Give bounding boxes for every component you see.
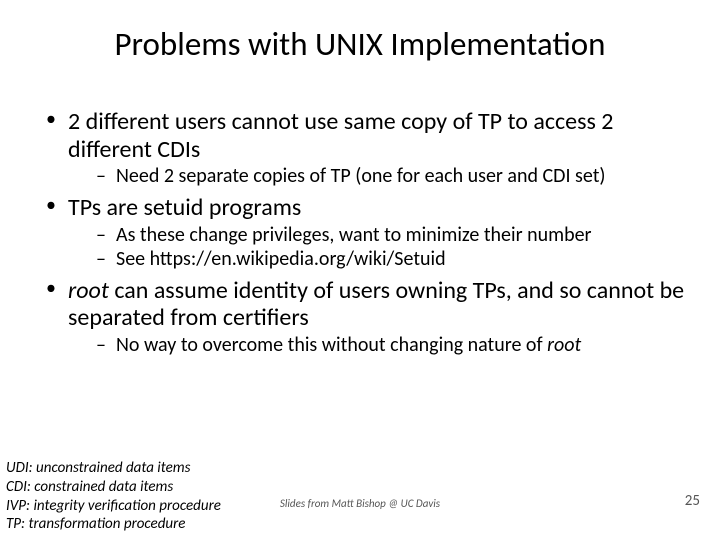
bullet-1: 2 different users cannot use same copy o… xyxy=(40,108,690,188)
footer-attribution: Slides from Matt Bishop @ UC Davis xyxy=(0,497,720,510)
bullet-2-sub-2: See https://en.wikipedia.org/wiki/Setuid xyxy=(68,248,690,271)
bullet-3-sub-1: No way to overcome this without changing… xyxy=(68,334,690,357)
bullet-3-italic: root xyxy=(68,276,109,305)
def-tp: TP: transformation procedure xyxy=(6,515,221,534)
def-cdi: CDI: constrained data items xyxy=(6,478,221,497)
slide: Problems with UNIX Implementation 2 diff… xyxy=(0,0,720,540)
bullet-1-text: 2 different users cannot use same copy o… xyxy=(68,107,613,164)
bullet-2-sub-1: As these change privileges, want to mini… xyxy=(68,224,690,247)
def-udi: UDI: unconstrained data items xyxy=(6,459,221,478)
page-number: 25 xyxy=(685,492,700,510)
slide-body: 2 different users cannot use same copy o… xyxy=(40,108,690,363)
bullet-1-sub-1: Need 2 separate copies of TP (one for ea… xyxy=(68,165,690,188)
bullet-3-text: can assume identity of users owning TPs,… xyxy=(68,276,684,333)
bullet-2: TPs are setuid programs As these change … xyxy=(40,194,690,271)
bullet-2-text: TPs are setuid programs xyxy=(68,193,301,222)
bullet-3: root can assume identity of users owning… xyxy=(40,277,690,357)
slide-title: Problems with UNIX Implementation xyxy=(0,24,720,64)
bullet-3-sub-1-it: root xyxy=(547,333,581,357)
bullet-3-sub-1-pre: No way to overcome this without changing… xyxy=(116,333,547,357)
